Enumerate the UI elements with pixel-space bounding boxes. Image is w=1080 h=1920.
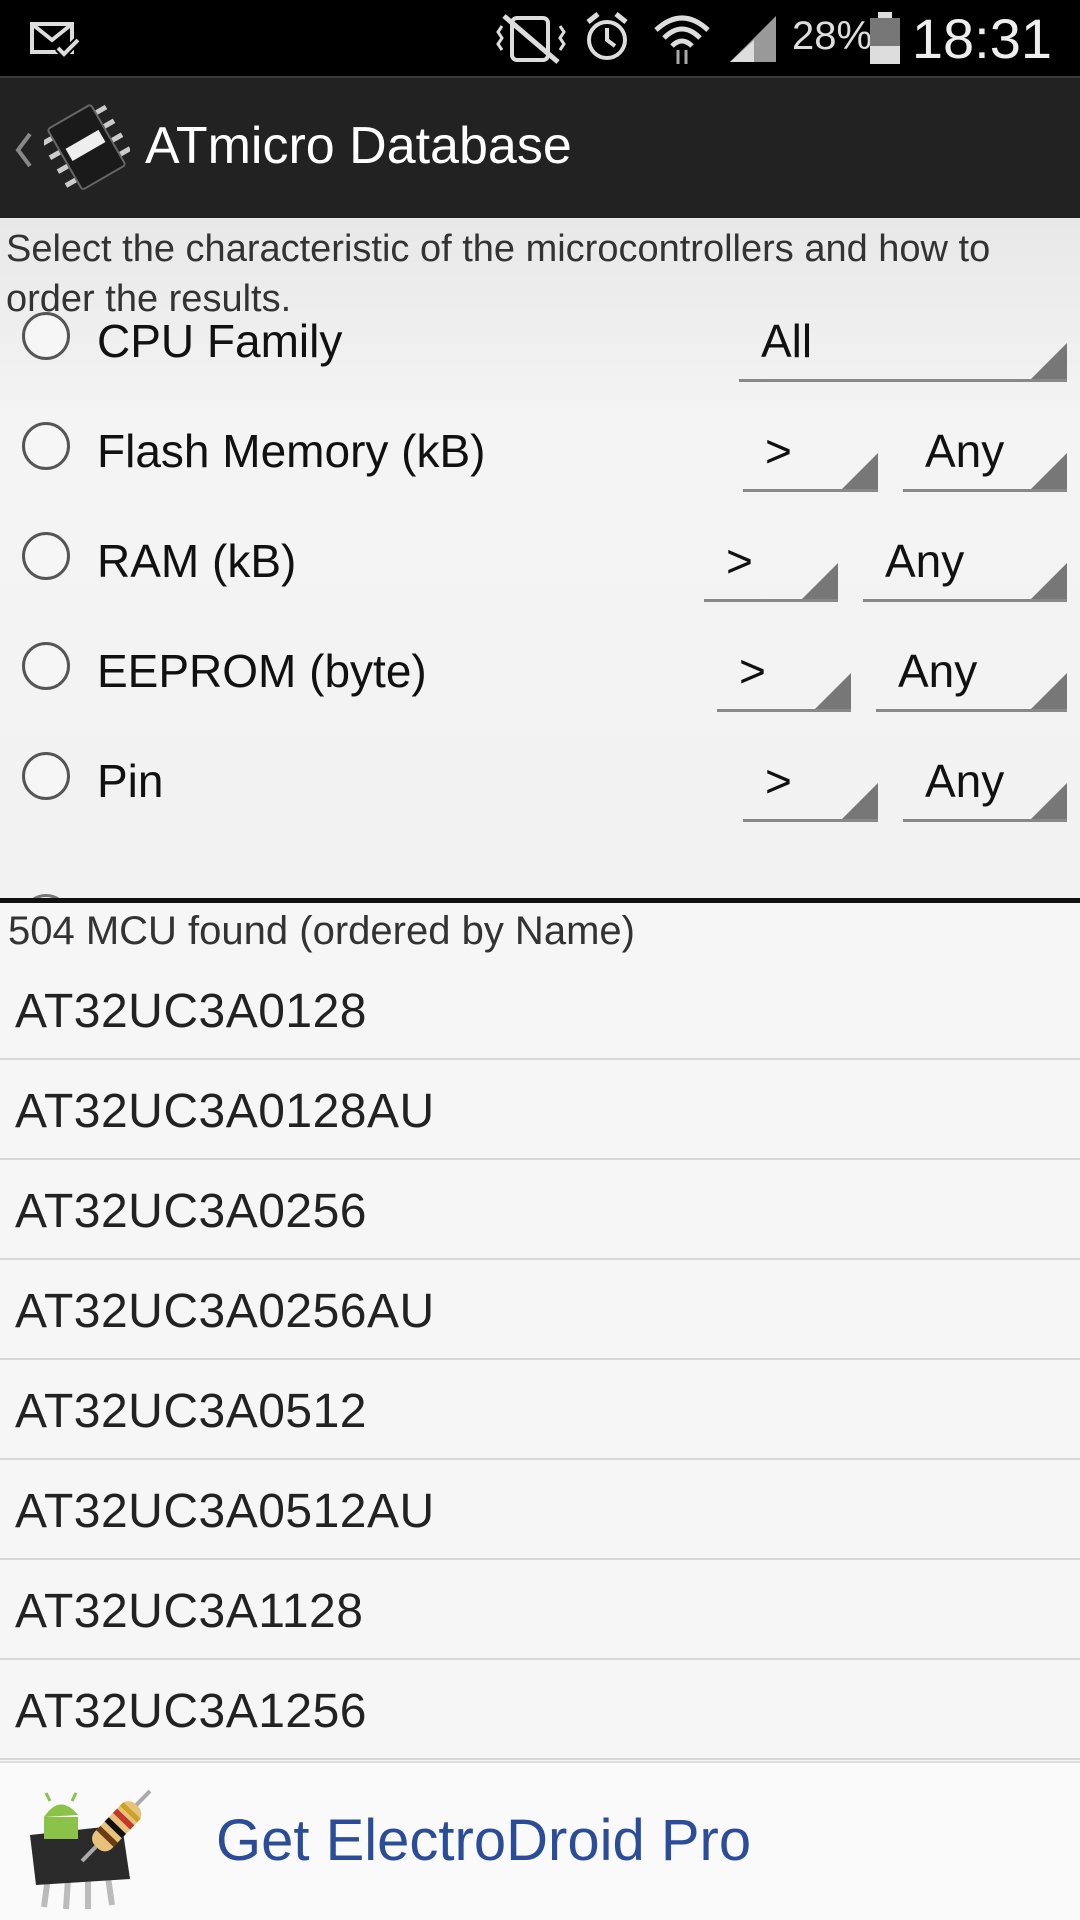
radio-ram[interactable] bbox=[22, 532, 70, 580]
mcu-name: AT32UC3A0512 bbox=[15, 1385, 367, 1438]
filter-row-eeprom: EEPROM (byte) > Any bbox=[0, 630, 1080, 712]
ad-banner[interactable]: Get ElectroDroid Pro bbox=[0, 1761, 1080, 1920]
wifi-icon bbox=[654, 15, 710, 64]
flash-value-spinner[interactable]: Any bbox=[903, 410, 1067, 492]
ram-operator-spinner[interactable]: > bbox=[704, 520, 838, 602]
mcu-name: AT32UC3A0256AU bbox=[15, 1285, 435, 1338]
filter-label-ram: RAM (kB) bbox=[97, 535, 297, 587]
spinner-arrow-icon bbox=[1031, 453, 1067, 489]
list-item[interactable]: AT32UC3A0512AU bbox=[0, 1460, 1080, 1560]
status-bar: 28% 18:31 bbox=[0, 0, 1080, 76]
pin-operator-value: > bbox=[765, 755, 792, 807]
spinner-arrow-icon bbox=[842, 453, 878, 489]
eeprom-value-spinner[interactable]: Any bbox=[876, 630, 1067, 712]
spinner-arrow-icon bbox=[1031, 563, 1067, 599]
eeprom-operator-value: > bbox=[739, 645, 766, 697]
radio-cpu-family[interactable] bbox=[22, 312, 70, 360]
mcu-name: AT32UC3A0512AU bbox=[15, 1485, 435, 1538]
spinner-arrow-icon bbox=[1031, 783, 1067, 819]
spinner-arrow-icon bbox=[802, 563, 838, 599]
app-title: ATmicro Database bbox=[145, 117, 572, 175]
flash-operator-value: > bbox=[765, 425, 792, 477]
eeprom-operator-spinner[interactable]: > bbox=[717, 630, 851, 712]
ram-value: Any bbox=[885, 535, 965, 587]
atmel-chip-logo-icon[interactable] bbox=[44, 102, 130, 194]
spinner-arrow-icon bbox=[815, 673, 851, 709]
missed-message-icon bbox=[30, 22, 80, 58]
radio-flash-memory[interactable] bbox=[22, 422, 70, 470]
pin-value: Any bbox=[925, 755, 1005, 807]
battery-icon bbox=[870, 12, 900, 64]
spinner-arrow-icon bbox=[1031, 343, 1067, 379]
mcu-name: AT32UC3A0256 bbox=[15, 1185, 367, 1238]
filter-row-ram: RAM (kB) > Any bbox=[0, 520, 1080, 602]
list-item[interactable]: AT32UC3A1128 bbox=[0, 1560, 1080, 1660]
spinner-arrow-icon bbox=[1031, 673, 1067, 709]
filter-label-pin: Pin bbox=[97, 755, 164, 807]
radio-pin[interactable] bbox=[22, 752, 70, 800]
results-section: 504 MCU found (ordered by Name) AT32UC3A… bbox=[0, 903, 1080, 1761]
filter-row-flash-memory: Flash Memory (kB) > Any bbox=[0, 410, 1080, 492]
signal-icon bbox=[730, 16, 776, 62]
pin-operator-spinner[interactable]: > bbox=[743, 740, 878, 822]
alarm-icon bbox=[586, 12, 628, 60]
filter-row-pin: Pin > Any bbox=[0, 740, 1080, 822]
spinner-arrow-icon bbox=[842, 783, 878, 819]
filter-row-cpu-family: CPU Family All bbox=[0, 300, 1080, 382]
mcu-name: AT32UC3A0128 bbox=[15, 985, 367, 1038]
list-item[interactable]: AT32UC3A0512 bbox=[0, 1360, 1080, 1460]
flash-value: Any bbox=[925, 425, 1005, 477]
mcu-name: AT32UC3A0128AU bbox=[15, 1085, 435, 1138]
list-item[interactable]: AT32UC3A1256 bbox=[0, 1660, 1080, 1760]
banner-text[interactable]: Get ElectroDroid Pro bbox=[216, 1807, 751, 1874]
list-item[interactable]: AT32UC3A0128 bbox=[0, 960, 1080, 1060]
action-bar: ATmicro Database bbox=[0, 76, 1080, 218]
clock: 18:31 bbox=[911, 7, 1052, 70]
electrodroid-logo-icon bbox=[30, 1789, 152, 1910]
back-chevron-icon[interactable] bbox=[12, 130, 34, 170]
list-item[interactable]: AT32UC3A0256AU bbox=[0, 1260, 1080, 1360]
ram-value-spinner[interactable]: Any bbox=[863, 520, 1067, 602]
battery-percent: 28% bbox=[792, 14, 873, 58]
flash-operator-spinner[interactable]: > bbox=[743, 410, 878, 492]
filter-label-cpu-family: CPU Family bbox=[97, 315, 343, 367]
mcu-name: AT32UC3A1256 bbox=[15, 1685, 367, 1738]
mcu-name: AT32UC3A1128 bbox=[15, 1585, 364, 1638]
filter-label-eeprom: EEPROM (byte) bbox=[97, 645, 427, 697]
results-list[interactable]: AT32UC3A0128 AT32UC3A0128AU AT32UC3A0256… bbox=[0, 960, 1080, 1760]
ram-operator-value: > bbox=[726, 535, 753, 587]
cpu-family-spinner[interactable]: All bbox=[739, 300, 1067, 382]
results-count: 504 MCU found (ordered by Name) bbox=[8, 909, 635, 953]
list-item[interactable]: AT32UC3A0256 bbox=[0, 1160, 1080, 1260]
pin-value-spinner[interactable]: Any bbox=[903, 740, 1067, 822]
eeprom-value: Any bbox=[898, 645, 978, 697]
cpu-family-value: All bbox=[761, 315, 813, 367]
filter-label-flash-memory: Flash Memory (kB) bbox=[97, 425, 486, 477]
radio-eeprom[interactable] bbox=[22, 642, 70, 690]
list-item[interactable]: AT32UC3A0128AU bbox=[0, 1060, 1080, 1160]
vibrate-icon bbox=[496, 14, 566, 64]
filter-panel[interactable]: Select the characteristic of the microco… bbox=[0, 218, 1080, 898]
